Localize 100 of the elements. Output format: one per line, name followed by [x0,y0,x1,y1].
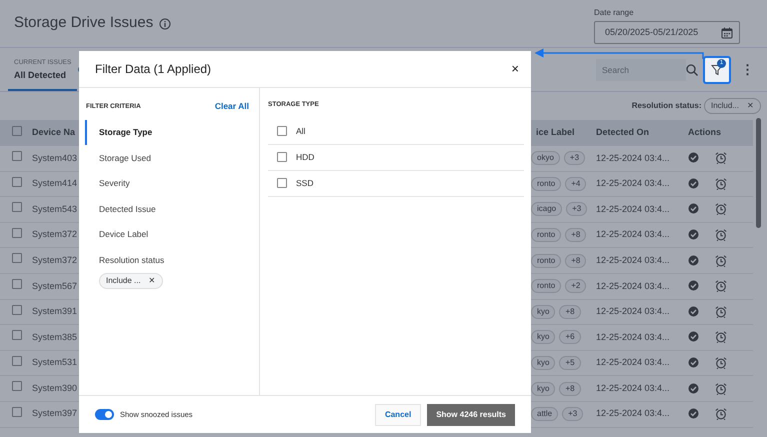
table-cell-text: System403 [32,152,78,165]
table-cell-text: System390 [32,382,78,395]
row-checkbox[interactable] [12,330,22,340]
table-cell-text: 12-25-2024 03:4... [596,330,671,344]
cancel-button[interactable]: Cancel [374,404,422,426]
filter-chip[interactable]: Include ... ✕ [99,272,163,289]
column-header: Detected On [596,126,650,140]
alarm-clock-icon[interactable] [715,331,727,344]
alarm-clock-icon[interactable] [715,152,727,164]
table-cell-text: System385 [32,330,78,344]
filter-criterion[interactable]: Device Label [85,222,249,248]
row-checkbox[interactable] [12,356,22,366]
info-icon[interactable] [159,18,172,30]
filter-label: Resolution status: [632,100,702,112]
row-checkbox[interactable] [12,304,22,315]
row-checkbox[interactable] [12,253,22,264]
option-label: HDD [296,150,314,164]
count-chip: +8 [565,228,586,242]
row-checkbox[interactable] [12,228,22,238]
alarm-clock-icon[interactable] [715,229,727,242]
apply-button[interactable]: Show 4246 results [427,404,515,426]
table-cell-text: System372 [32,228,78,242]
date-range-field[interactable]: 05/20/2025-05/21/2025 [594,21,740,44]
label-chip: kyo [531,330,556,344]
row-checkbox[interactable] [12,176,22,187]
filter-criterion[interactable]: Storage Used [85,145,249,171]
check-circle-icon[interactable] [688,280,699,292]
table-cell-text: 12-25-2024 03:4... [596,254,671,267]
table-cell-text: 12-25-2024 03:4... [596,177,671,190]
label-chip: kyo [531,304,556,319]
row-checkbox[interactable] [12,406,22,417]
count-chip: +5 [559,356,581,370]
row-checkbox[interactable] [12,202,22,212]
check-circle-icon[interactable] [688,178,699,189]
filter-criterion[interactable]: Detected Issue [85,196,249,222]
count-chip: +8 [559,304,581,319]
page-title: Storage Drive Issues [14,13,154,34]
column-header: ice Label [535,126,576,140]
alarm-clock-icon[interactable] [715,408,727,420]
field-label: Date range [594,6,635,19]
label-chip: kyo [531,382,556,396]
scrollbar[interactable] [756,118,761,228]
table-cell-text: System567 [32,280,78,293]
table-cell-text: System543 [32,202,78,216]
check-circle-icon[interactable] [688,408,699,420]
check-circle-icon[interactable] [688,357,699,368]
alarm-clock-icon[interactable] [715,306,727,318]
checkbox[interactable] [277,178,287,188]
alarm-clock-icon[interactable] [715,382,727,395]
count-chip: +4 [565,176,586,191]
filter-criterion[interactable]: Severity [85,170,249,196]
row-checkbox[interactable] [12,381,22,392]
label-chip: okyo [531,151,560,166]
search-icon[interactable] [686,64,698,76]
alarm-clock-icon[interactable] [715,254,727,267]
alarm-clock-icon[interactable] [715,280,727,292]
check-circle-icon[interactable] [688,331,699,342]
row-checkbox[interactable] [12,151,22,162]
count-chip: +3 [564,151,586,166]
option-label: SSD [296,176,314,190]
label-chip: kyo [531,356,556,370]
alarm-clock-icon[interactable] [715,178,727,190]
toggle-switch[interactable] [95,409,114,420]
label-chip: ronto [531,228,562,242]
close-button[interactable]: × [511,59,519,79]
count-chip: +6 [559,330,581,344]
label-chip: icago [531,202,562,216]
clear-all-link[interactable]: Clear All [214,100,249,113]
check-circle-icon[interactable] [688,306,699,317]
row-checkbox[interactable] [12,279,22,290]
table-cell-text: 12-25-2024 03:4... [596,228,671,242]
filter-criterion[interactable]: Storage Type [85,120,249,146]
column-header: Device Na [32,126,76,140]
filter-criterion[interactable]: Resolution status [85,247,249,273]
calendar-icon[interactable] [721,26,733,39]
dialog-title: Filter Data (1 Applied) [95,61,212,78]
check-circle-icon[interactable] [688,254,699,266]
table-cell-text: System391 [32,305,78,318]
table-cell-text: System397 [32,407,78,420]
check-circle-icon[interactable] [688,229,699,240]
filter-icon [711,64,723,76]
count-chip: +3 [566,202,588,216]
checkbox[interactable] [277,152,287,162]
alarm-clock-icon[interactable] [715,357,727,370]
more-menu-button[interactable]: ⋮ [736,60,759,80]
check-circle-icon[interactable] [688,152,699,164]
option-label: All [296,124,306,138]
count-chip: +8 [559,382,581,396]
table-cell-text: 12-25-2024 03:4... [596,382,671,395]
search-field[interactable]: Search [596,59,686,81]
checkbox[interactable] [277,126,287,136]
count-chip: +2 [565,279,586,294]
table-cell-text: System372 [32,254,78,267]
table-cell-text: 12-25-2024 03:4... [596,356,671,370]
filter-chip[interactable]: Includ... ✕ [704,98,761,114]
alarm-clock-icon[interactable] [715,203,727,216]
row-checkbox[interactable] [12,126,22,136]
check-circle-icon[interactable] [688,382,699,394]
check-circle-icon[interactable] [688,203,699,214]
table-cell-text: 12-25-2024 03:4... [596,152,671,165]
